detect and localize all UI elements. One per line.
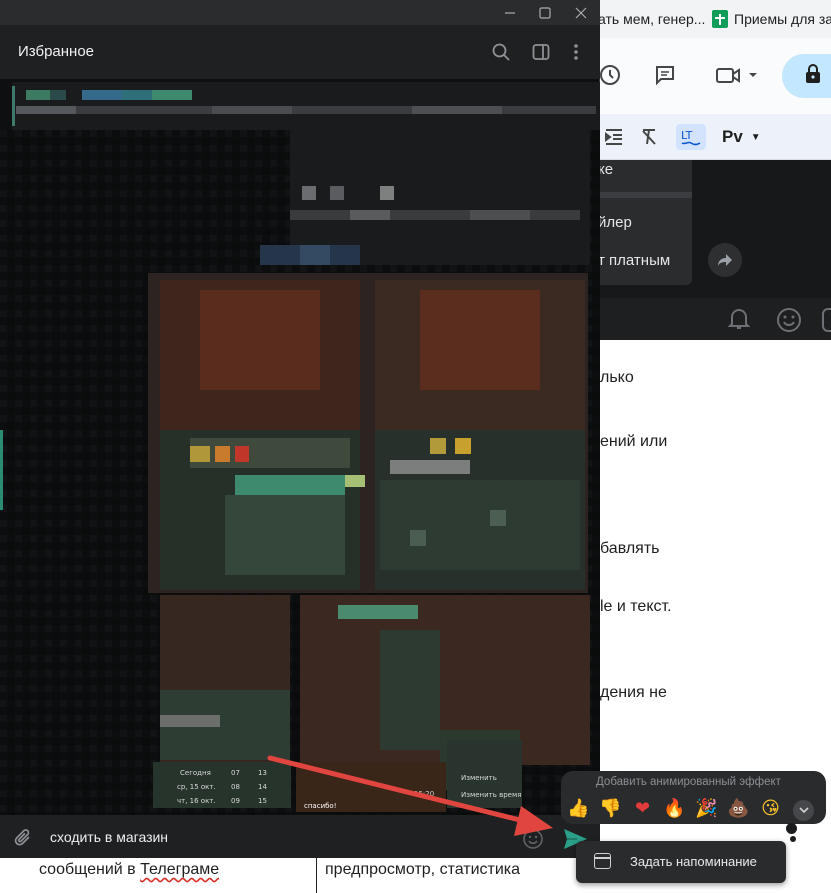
emoji-icon (776, 307, 802, 339)
doc-text-line: лько (600, 369, 634, 386)
face-kiss-icon[interactable]: 😘 (757, 797, 784, 821)
doc-text-line: бавлять (600, 540, 660, 557)
bookmark-label: Приемы для за (734, 11, 831, 27)
set-reminder-menu-item[interactable]: Задать напоминание (576, 841, 786, 883)
clear-formatting-icon[interactable] (640, 124, 660, 150)
preview-cell: Сегодня (180, 769, 211, 777)
lock-icon (804, 64, 822, 89)
preview-cell: 07 (231, 769, 240, 777)
animated-effect-popup: Добавить анимированный эффект 👍 👎 ❤ 🔥 🎉 … (561, 771, 826, 824)
pinned-blurred-text (16, 90, 596, 114)
preview-cell: чт, 16 окт. (177, 797, 216, 805)
chevron-down-icon: ▼ (750, 131, 761, 143)
preview-cell: 14 (258, 783, 267, 791)
forward-icon (708, 243, 742, 277)
chat-title[interactable]: Избранное (18, 43, 94, 60)
indent-icon[interactable] (604, 124, 624, 150)
thumbs-up-icon[interactable]: 👍 (565, 797, 592, 821)
font-style-label: Рv (722, 127, 743, 146)
fire-icon[interactable]: 🔥 (661, 797, 688, 821)
poo-icon[interactable]: 💩 (725, 797, 752, 821)
pinned-indicator (12, 86, 15, 126)
close-icon[interactable] (566, 3, 596, 23)
preview-bubble-text: спасибо! (304, 802, 337, 810)
chat-selection-accent (0, 430, 3, 510)
message-input-bar: сходить в магазин (0, 815, 600, 858)
preview-table: Сегодня 07 13 ср, 15 окт. 08 14 чт, 16 о… (153, 762, 291, 808)
party-popper-icon[interactable]: 🎉 (693, 797, 720, 821)
sidebar-toggle-icon[interactable] (528, 39, 554, 65)
attach-icon[interactable] (14, 827, 34, 854)
calendar-icon (594, 853, 611, 869)
thumbs-down-icon[interactable]: 👎 (597, 797, 624, 821)
preview-bubble-time: 15:20 (414, 790, 435, 798)
preview-coffee-photo: спасибо! 15:20 (296, 762, 446, 812)
popup-tail-dot (786, 823, 797, 834)
preview-menu-item: Изменить (461, 774, 497, 782)
heart-icon[interactable]: ❤ (629, 797, 656, 821)
preview-cell: 08 (231, 783, 240, 791)
chevron-down-icon (798, 807, 809, 814)
chat-header: Избранное (0, 25, 600, 79)
minimize-icon[interactable] (495, 3, 525, 23)
expand-emojis-button[interactable] (793, 800, 814, 821)
comment-icon[interactable] (650, 60, 680, 90)
popup-title: Добавить анимированный эффект (596, 776, 781, 788)
bookmark-label: ать мем, генер... (598, 11, 706, 27)
preview-menu-item: Изменить время (461, 791, 522, 799)
sheets-icon (712, 10, 728, 28)
maximize-icon[interactable] (530, 3, 560, 23)
doc-text-line: le и текст. (600, 598, 672, 615)
preview-cell: 09 (231, 797, 240, 805)
popup-tail-dot (790, 836, 796, 842)
preview-cell: ср, 15 окт. (177, 783, 216, 791)
context-menu-item: т платным (598, 252, 671, 269)
table-cell: предпросмотр, статистика (325, 861, 521, 878)
sticker-icon (822, 307, 831, 339)
meet-icon[interactable] (713, 60, 759, 90)
emoji-icon[interactable] (522, 828, 544, 855)
doc-text-line: дения не (600, 684, 667, 701)
doc-text-line: ений или (600, 433, 668, 450)
bell-icon (727, 307, 751, 337)
search-icon[interactable] (488, 39, 514, 65)
preview-cell: 15 (258, 797, 267, 805)
message-list: Сегодня 07 13 ср, 15 окт. 08 14 чт, 16 о… (0, 130, 600, 815)
preview-menu: Изменить Изменить время (447, 740, 522, 808)
set-reminder-label: Задать напоминание (630, 854, 757, 869)
font-style-dropdown[interactable]: Рv ▼ (722, 124, 761, 150)
window-titlebar (0, 0, 600, 25)
message-input[interactable]: сходить в магазин (50, 829, 168, 845)
misspelled-word[interactable]: Телеграме (140, 861, 219, 878)
more-vertical-icon[interactable] (563, 39, 589, 65)
bookmark-priemy[interactable]: Приемы для за (712, 9, 831, 29)
bookmark-meme[interactable]: ать мем, генер... (598, 9, 705, 29)
context-menu-item: ке (598, 161, 614, 178)
context-menu-item: йлер (598, 214, 632, 231)
emoji-row: 👍 👎 ❤ 🔥 🎉 💩 😘 (565, 797, 784, 821)
svg-text:LT: LT (681, 129, 693, 142)
pinned-message-bar[interactable] (12, 82, 600, 130)
context-menu-separator (598, 192, 692, 198)
table-cell: сообщений в Телеграме (39, 861, 220, 878)
telegram-window: Избранное Сегодня 07 13 ср, 15 окт. 08 1… (0, 0, 600, 858)
share-button[interactable] (782, 54, 831, 98)
preview-cell: 13 (258, 769, 267, 777)
text-direction-icon[interactable]: LT (676, 124, 706, 150)
blurred-message-history (0, 130, 600, 815)
